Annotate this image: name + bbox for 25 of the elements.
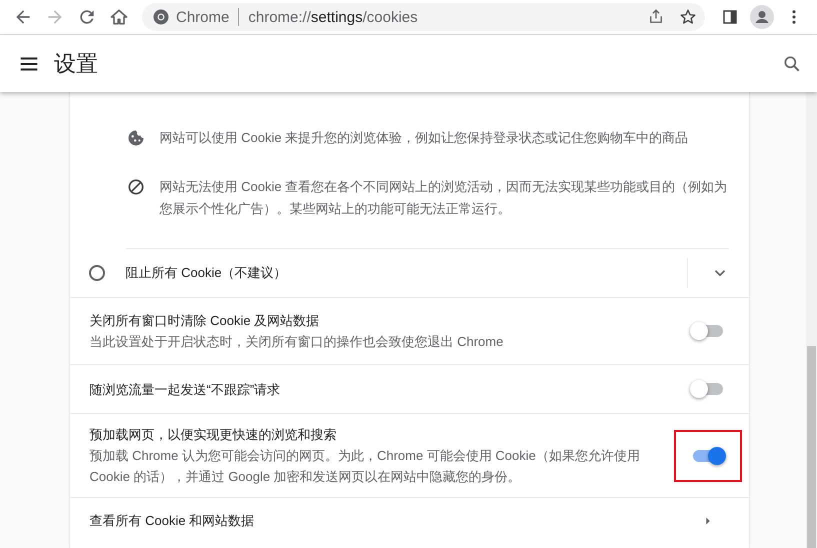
address-bar[interactable]: Chrome chrome://settings/cookies — [142, 3, 705, 31]
scrollbar[interactable] — [806, 92, 817, 548]
share-icon[interactable] — [647, 8, 665, 26]
scrollbar-thumb[interactable] — [807, 346, 816, 548]
info-text: 网站无法使用 Cookie 查看您在各个不同网站上的浏览活动，因而无法实现某些功能或目的（例如为您展示个性化广告）。某些网站上的功能可能无法正常运行。 — [160, 178, 728, 218]
setting-description: 当此设置处于开启状态时，关闭所有窗口的操作也会致使您退出 Chrome — [90, 333, 504, 351]
toggle-switch[interactable] — [692, 383, 722, 395]
radio-button[interactable] — [88, 265, 104, 281]
site-label: Chrome — [176, 8, 230, 26]
chrome-logo-icon — [152, 8, 170, 26]
setting-label: 预加载网页，以便实现更快速的浏览和搜索 — [90, 426, 338, 444]
profile-avatar-icon[interactable] — [747, 3, 777, 31]
star-icon[interactable] — [679, 8, 697, 26]
option-label: 阻止所有 Cookie（不建议） — [126, 264, 288, 282]
toggle-switch[interactable] — [692, 325, 722, 337]
blocked-icon — [126, 177, 146, 197]
cookie-icon — [126, 128, 146, 148]
setting-description: 预加载 Chrome 认为您可能会访问的网页。为此，Chrome 可能会使用 Cookie（如果您允许使用 Cookie 的话），并通过 Google 加密和发送网页以在网站中隐藏您的身份。 — [90, 447, 641, 486]
setting-label: 查看所有 Cookie 和网站数据 — [90, 512, 256, 530]
url-text: chrome://settings/cookies — [248, 8, 418, 26]
page-title: 设置 — [54, 50, 98, 78]
toggle-switch[interactable] — [692, 450, 722, 462]
setting-label: 随浏览流量一起发送“不跟踪”请求 — [90, 380, 282, 398]
setting-label: 关闭所有窗口时清除 Cookie 及网站数据 — [90, 312, 320, 330]
info-text: 网站可以使用 Cookie 来提升您的浏览体验，例如让您保持登录状态或记住您购物车中的商品 — [160, 129, 688, 147]
